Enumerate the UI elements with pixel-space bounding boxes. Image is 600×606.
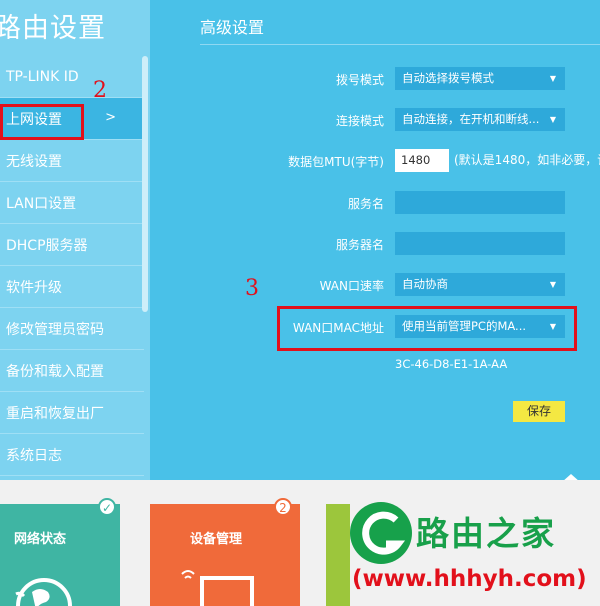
connect-mode-select[interactable]: 自动连接，在开机和断线... ▼: [395, 108, 565, 131]
sidebar-item-reboot-reset[interactable]: 重启和恢复出厂: [0, 392, 144, 434]
sidebar-item-label: 软件升级: [6, 279, 62, 296]
dial-mode-label: 拨号模式: [335, 73, 384, 87]
sidebar-item-label: 备份和载入配置: [6, 363, 104, 380]
globe-icon: [15, 578, 72, 606]
dial-mode-value: 自动选择拨号模式: [402, 71, 494, 85]
laptop-icon: [181, 570, 254, 606]
annotation-number-3: 3: [245, 276, 259, 301]
mtu-label: 数据包MTU(字节): [288, 155, 384, 169]
page-title: 高级设置: [200, 18, 265, 37]
sidebar-scrollbar[interactable]: [142, 56, 148, 312]
watermark-title: 路由之家: [416, 514, 556, 553]
sidebar-item-label: 重启和恢复出厂: [6, 405, 104, 422]
tile-device-management[interactable]: 设备管理: [150, 504, 300, 606]
mtu-hint: (默认是1480，如非必要，请: [454, 153, 600, 167]
save-button[interactable]: 保存: [513, 401, 565, 422]
sidebar-item-syslog[interactable]: 系统日志: [0, 434, 144, 476]
watermark-logo: [350, 502, 412, 564]
title-divider: [200, 44, 600, 45]
tile-partial[interactable]: [326, 504, 350, 606]
sidebar-item-backup[interactable]: 备份和载入配置: [0, 350, 144, 392]
service-name-label: 服务名: [347, 197, 384, 211]
sidebar-item-firmware[interactable]: 软件升级: [0, 266, 144, 308]
service-name-input[interactable]: [395, 191, 565, 214]
sidebar-item-label: 修改管理员密码: [6, 321, 104, 338]
watermark-url: (www.hhhyh.com): [352, 566, 587, 592]
sidebar-item-label: 系统日志: [6, 447, 62, 464]
sidebar-title: 路由设置: [0, 13, 106, 44]
watermark-logo-mark: [362, 511, 406, 555]
sidebar-item-label: LAN口设置: [6, 195, 77, 212]
chevron-right-icon: >: [105, 110, 116, 125]
annotation-box-internet: [0, 104, 84, 140]
connect-mode-label: 连接模式: [335, 114, 384, 128]
dropdown-arrow-icon: ▼: [549, 74, 556, 83]
wan-speed-select[interactable]: 自动协商 ▼: [395, 273, 565, 296]
server-name-label: 服务器名: [335, 238, 384, 252]
mtu-input[interactable]: 1480: [395, 149, 449, 172]
dropdown-arrow-icon: ▼: [549, 280, 556, 289]
sidebar-item-label: TP-LINK ID: [6, 68, 79, 85]
advanced-settings-panel: 高级设置 拨号模式 自动选择拨号模式 ▼ 连接模式 自动连接，在开机和断线... ▼…: [152, 0, 600, 482]
sidebar-item-label: DHCP服务器: [6, 237, 88, 254]
wan-speed-label: WAN口速率: [319, 279, 384, 293]
dial-mode-select[interactable]: 自动选择拨号模式 ▼: [395, 67, 565, 90]
tile-network-status-label: 网络状态: [14, 532, 67, 547]
dropdown-arrow-icon: ▼: [549, 115, 556, 124]
wan-speed-value: 自动协商: [402, 277, 448, 291]
device-count-badge: 2: [274, 498, 292, 516]
sidebar-item-tplink-id[interactable]: TP-LINK ID: [0, 56, 144, 98]
sidebar-item-dhcp[interactable]: DHCP服务器: [0, 224, 144, 266]
sidebar-item-admin-password[interactable]: 修改管理员密码: [0, 308, 144, 350]
connect-mode-value: 自动连接，在开机和断线...: [402, 112, 540, 126]
tile-device-management-label: 设备管理: [190, 532, 243, 547]
sidebar-item-lan[interactable]: LAN口设置: [0, 182, 144, 224]
annotation-number-2: 2: [93, 78, 107, 103]
mac-address-text: 3C-46-D8-E1-1A-AA: [395, 357, 508, 371]
sidebar-item-label: 无线设置: [6, 153, 62, 170]
tile-network-status[interactable]: 网络状态: [0, 504, 120, 606]
sidebar: 路由设置 TP-LINK ID 上网设置 > 无线设置 LAN口设置 DHCP服务…: [0, 0, 150, 480]
annotation-box-wan-mac: [277, 306, 577, 351]
server-name-input[interactable]: [395, 232, 565, 255]
sidebar-item-wireless[interactable]: 无线设置: [0, 140, 144, 182]
check-icon: ✓: [98, 498, 116, 516]
